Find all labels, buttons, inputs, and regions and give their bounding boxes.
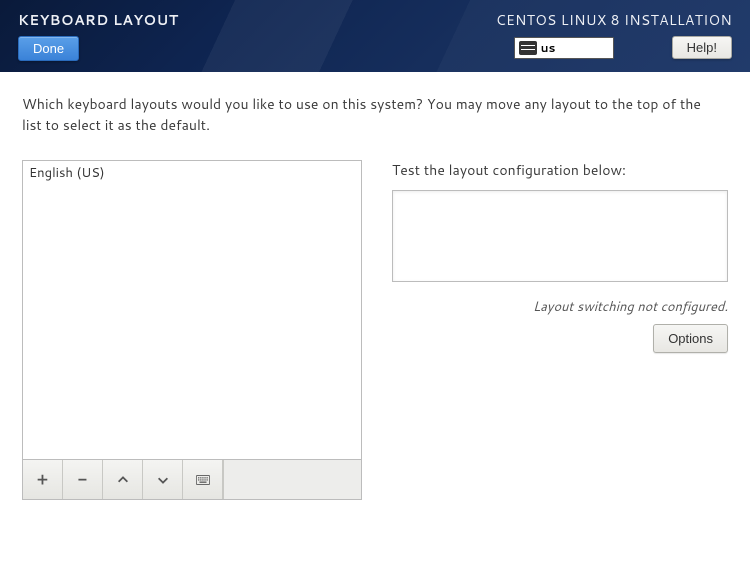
header-left: KEYBOARD LAYOUT Done [18,10,179,61]
content-row: English (US) + − [22,160,728,500]
options-button[interactable]: Options [653,324,728,353]
plus-icon: + [37,468,48,491]
test-layout-input[interactable] [392,190,728,282]
test-label: Test the layout configuration below: [392,160,728,180]
prompt-text: Which keyboard layouts would you like to… [22,94,722,136]
layouts-column: English (US) + − [22,160,362,500]
main-content: Which keyboard layouts would you like to… [0,72,750,500]
preview-layout-button[interactable] [183,460,223,499]
chevron-up-icon [116,473,130,487]
help-button[interactable]: Help! [672,36,732,59]
layouts-list[interactable]: English (US) [22,160,362,460]
test-column: Test the layout configuration below: Lay… [392,160,728,353]
keyboard-indicator[interactable]: us [514,37,614,59]
header-right: CENTOS LINUX 8 INSTALLATION us Help! [496,10,732,59]
remove-layout-button[interactable]: − [63,460,103,499]
keyboard-icon [196,473,210,487]
keyboard-indicator-label: us [541,39,556,56]
installer-title: CENTOS LINUX 8 INSTALLATION [496,10,732,30]
layout-switching-note: Layout switching not configured. [392,298,728,316]
toolbar-spacer [223,460,361,499]
header-bar: KEYBOARD LAYOUT Done CENTOS LINUX 8 INST… [0,0,750,72]
done-button[interactable]: Done [18,36,79,61]
page-title: KEYBOARD LAYOUT [18,10,179,30]
layout-item[interactable]: English (US) [23,161,361,185]
header-controls-row: us Help! [496,36,732,59]
minus-icon: − [78,468,87,491]
add-layout-button[interactable]: + [23,460,63,499]
keyboard-icon [519,41,537,55]
move-down-button[interactable] [143,460,183,499]
chevron-down-icon [156,473,170,487]
move-up-button[interactable] [103,460,143,499]
options-row: Options [392,324,728,353]
layouts-toolbar: + − [22,460,362,500]
